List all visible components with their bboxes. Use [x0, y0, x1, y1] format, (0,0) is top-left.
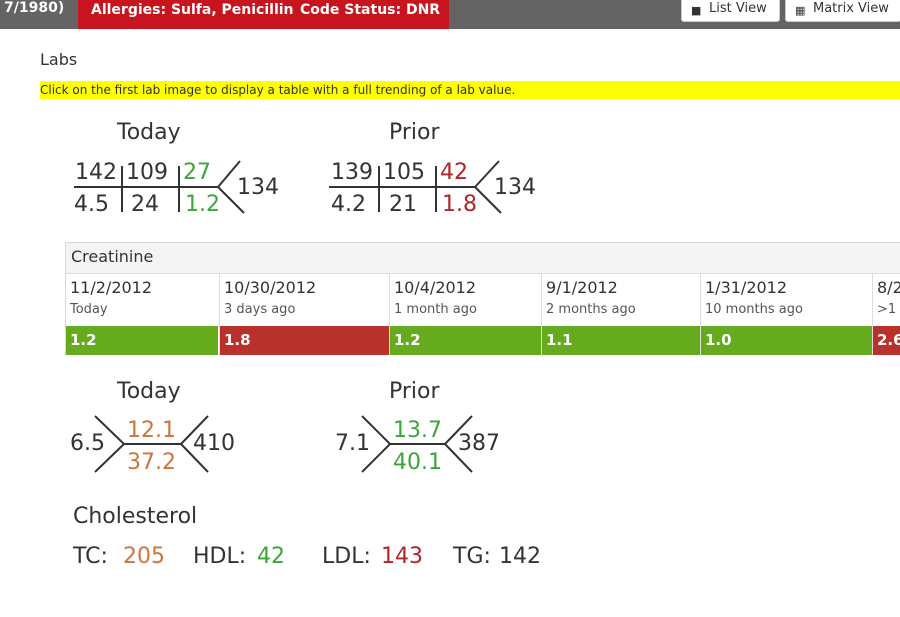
tc-value: 205 [123, 544, 165, 569]
ldl-label: LDL: [322, 544, 371, 569]
cholesterol-title: Cholesterol [73, 504, 198, 529]
ldl-value: 143 [381, 544, 423, 569]
tg-label: TG: [453, 544, 491, 569]
tg-value: 142 [499, 544, 541, 569]
tc-label: TC: [73, 544, 108, 569]
hdl-value: 42 [257, 544, 285, 569]
hdl-label: HDL: [193, 544, 247, 569]
